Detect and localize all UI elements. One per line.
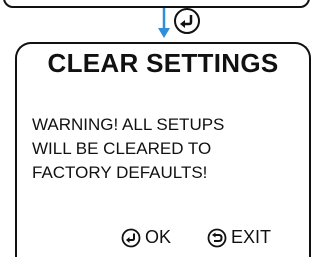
warning-line: WARNING! ALL SETUPS [32,115,225,134]
exit-softkey[interactable]: EXIT [207,227,271,248]
exit-label: EXIT [231,227,272,247]
warning-line: FACTORY DEFAULTS! [32,163,208,182]
clear-settings-screen: CLEAR SETTINGS WARNING! ALL SETUPS WILL … [15,42,311,257]
enter-icon [174,8,200,34]
warning-line: WILL BE CLEARED TO [32,139,212,158]
ok-softkey[interactable]: OK [121,227,171,248]
warning-message: WARNING! ALL SETUPS WILL BE CLEARED TO F… [32,113,224,185]
enter-icon [121,228,141,247]
back-icon [207,228,227,247]
ok-label: OK [145,227,172,247]
screen-title: CLEAR SETTINGS [47,48,279,78]
